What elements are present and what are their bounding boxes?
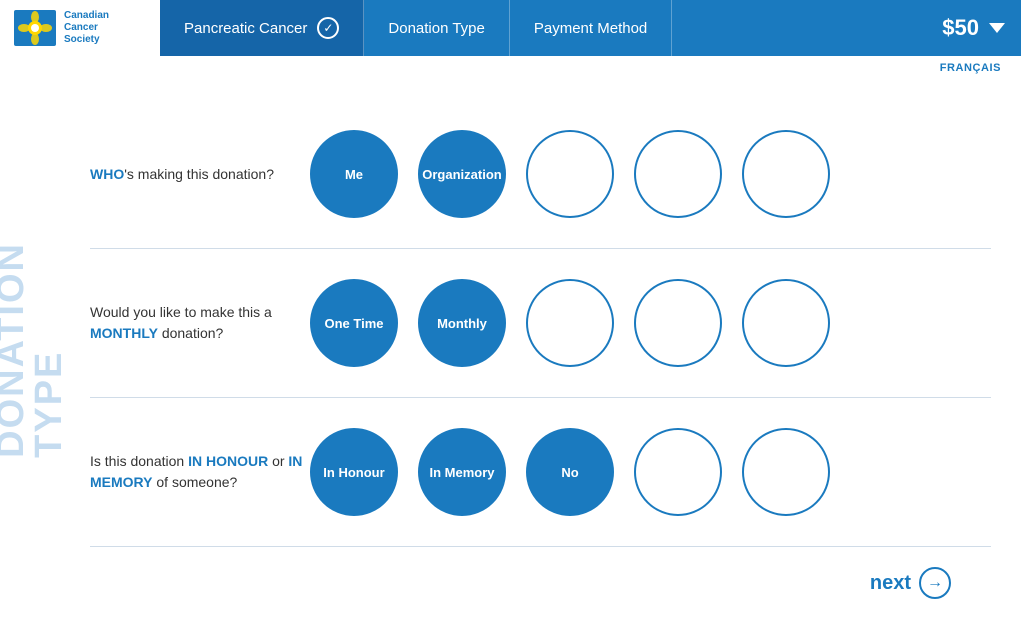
main-content: DONATION TYPE WHO's making this donation… xyxy=(0,80,1021,629)
option-who-5[interactable] xyxy=(742,130,830,218)
logo-icon xyxy=(12,8,58,48)
header: Canadian Cancer Society Pancreatic Cance… xyxy=(0,0,1021,56)
row1-circles: Me Organization xyxy=(310,130,991,218)
option-no[interactable]: No xyxy=(526,428,614,516)
next-arrow-icon: → xyxy=(919,567,951,599)
amount-dropdown-icon xyxy=(989,23,1005,33)
row1-label: WHO's making this donation? xyxy=(90,164,310,185)
option-memory-5[interactable] xyxy=(742,428,830,516)
row2-circles: One Time Monthly xyxy=(310,279,991,367)
next-button[interactable]: next → xyxy=(870,567,951,599)
option-memory-4[interactable] xyxy=(634,428,722,516)
option-monthly-3[interactable] xyxy=(526,279,614,367)
option-monthly-5[interactable] xyxy=(742,279,830,367)
option-one-time[interactable]: One Time xyxy=(310,279,398,367)
option-in-memory[interactable]: In Memory xyxy=(418,428,506,516)
logo-text: Canadian Cancer Society xyxy=(64,10,109,46)
tab-donation-type[interactable]: Donation Type xyxy=(364,0,509,56)
option-monthly-4[interactable] xyxy=(634,279,722,367)
option-monthly[interactable]: Monthly xyxy=(418,279,506,367)
form-row-memory: Is this donation IN HONOUR or IN MEMORY … xyxy=(90,398,991,547)
logo-area: Canadian Cancer Society xyxy=(0,0,160,56)
side-label-type: TYPE xyxy=(28,350,70,457)
tab-payment-method[interactable]: Payment Method xyxy=(510,0,672,56)
amount-display[interactable]: $50 xyxy=(926,15,1021,41)
option-organization[interactable]: Organization xyxy=(418,130,506,218)
next-area: next → xyxy=(90,567,991,599)
row2-label: Would you like to make this a MONTHLY do… xyxy=(90,302,310,344)
row3-circles: In Honour In Memory No xyxy=(310,428,991,516)
form-row-who: WHO's making this donation? Me Organizat… xyxy=(90,100,991,249)
tab-pancreatic-cancer[interactable]: Pancreatic Cancer ✓ xyxy=(160,0,364,56)
form-row-monthly: Would you like to make this a MONTHLY do… xyxy=(90,249,991,398)
option-in-honour[interactable]: In Honour xyxy=(310,428,398,516)
option-me[interactable]: Me xyxy=(310,130,398,218)
row3-label: Is this donation IN HONOUR or IN MEMORY … xyxy=(90,451,310,493)
nav-tabs: Pancreatic Cancer ✓ Donation Type Paymen… xyxy=(160,0,926,56)
side-label: DONATION TYPE xyxy=(0,90,60,609)
check-icon: ✓ xyxy=(317,17,339,39)
next-label: next xyxy=(870,572,911,595)
lang-bar: FRANÇAIS xyxy=(0,56,1021,80)
option-who-4[interactable] xyxy=(634,130,722,218)
form-area: WHO's making this donation? Me Organizat… xyxy=(60,90,1021,609)
francais-link[interactable]: FRANÇAIS xyxy=(940,62,1001,74)
option-who-3[interactable] xyxy=(526,130,614,218)
